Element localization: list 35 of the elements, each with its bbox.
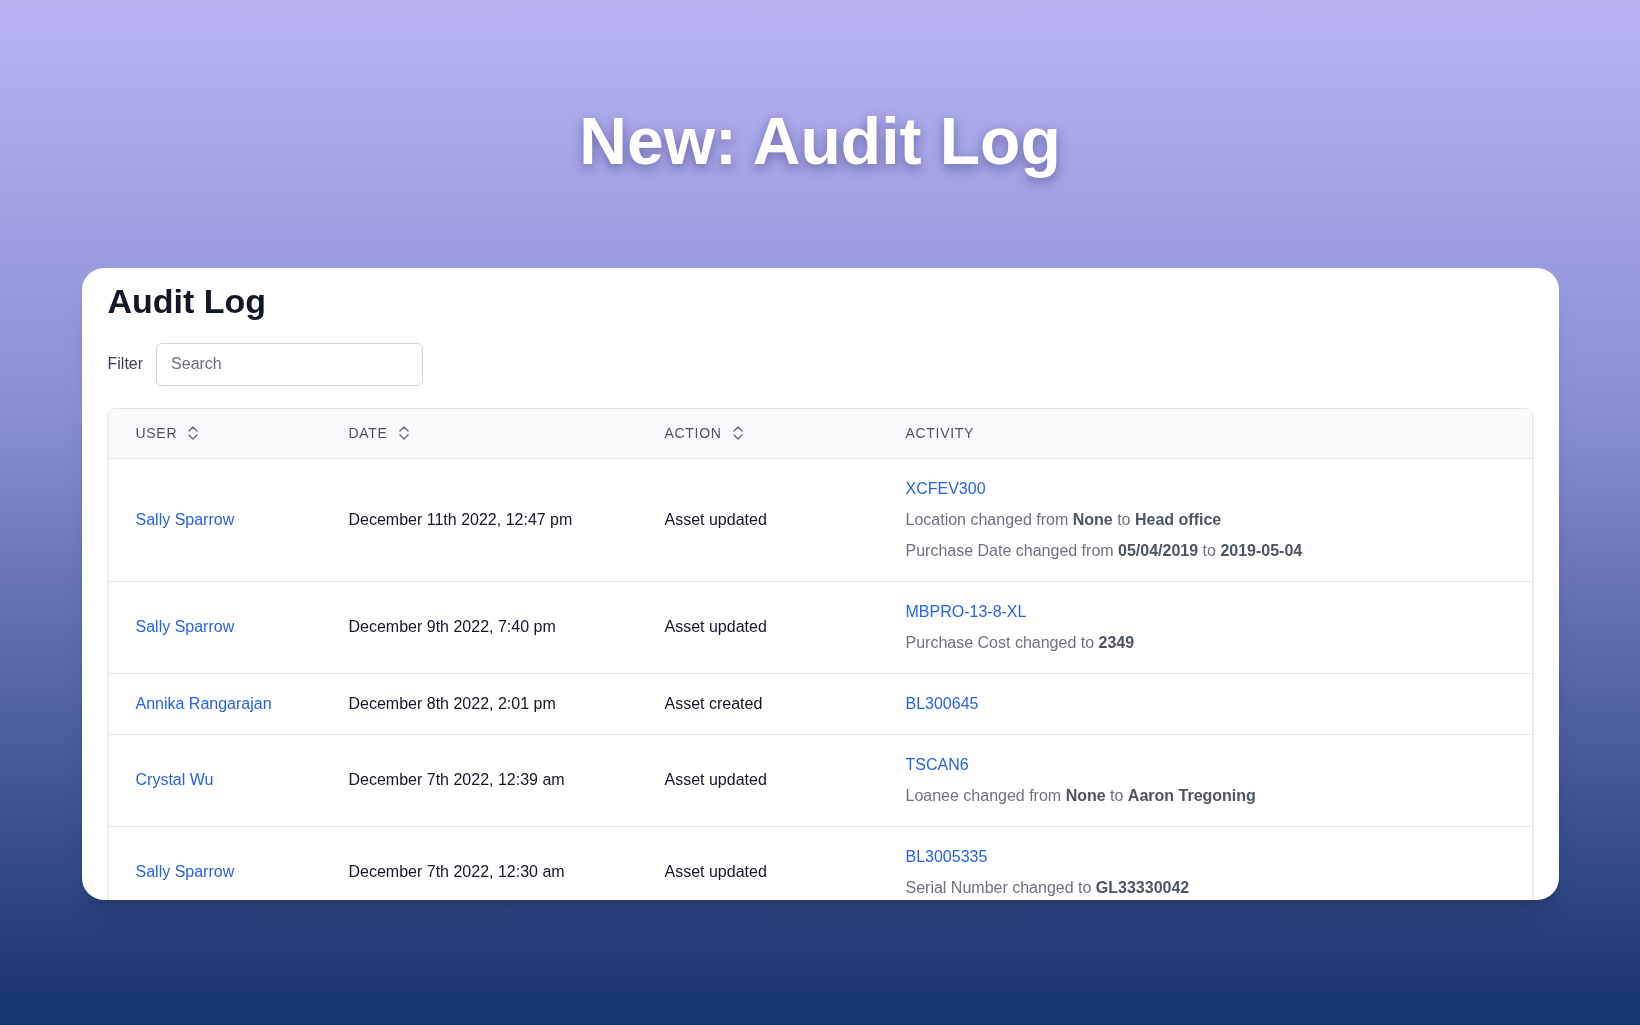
action-cell: Asset updated bbox=[664, 618, 767, 635]
action-cell: Asset created bbox=[664, 694, 763, 712]
user-link[interactable]: Sally Sparrow bbox=[135, 863, 235, 880]
user-link[interactable]: Annika Rangarajan bbox=[135, 694, 272, 712]
page-title: Audit Log bbox=[107, 281, 268, 322]
date-cell: December 7th 2022, 12:39 am bbox=[348, 771, 565, 788]
asset-link[interactable]: MBPRO-13-8-XL bbox=[905, 599, 1027, 624]
action-cell: Asset updated bbox=[664, 510, 767, 528]
sort-icon[interactable] bbox=[731, 425, 744, 441]
date-cell: December 7th 2022, 12:30 am bbox=[348, 863, 565, 880]
change-description: Purchase Cost changed to 2349 bbox=[905, 632, 1135, 653]
action-cell: Asset updated bbox=[664, 863, 767, 880]
change-description: Purchase Date changed from 05/04/2019 to 2019-05-04 bbox=[905, 540, 1303, 561]
search-field[interactable]: Search bbox=[156, 342, 424, 386]
sort-icon[interactable] bbox=[397, 425, 410, 441]
asset-link[interactable]: TSCAN6 bbox=[905, 752, 969, 777]
user-link[interactable]: Sally Sparrow bbox=[135, 510, 235, 528]
date-cell: December 8th 2022, 2:01 pm bbox=[348, 694, 556, 712]
asset-link[interactable]: BL3005335 bbox=[905, 844, 988, 869]
change-description: Location changed from None to Head office bbox=[905, 509, 1222, 530]
date-cell: December 11th 2022, 12:47 pm bbox=[348, 510, 573, 528]
column-header: ACTIVITY bbox=[905, 423, 975, 443]
asset-link[interactable]: XCFEV300 bbox=[905, 476, 986, 501]
user-link[interactable]: Crystal Wu bbox=[135, 771, 214, 788]
change-description: Loanee changed from None to Aaron Tregoning bbox=[905, 785, 1256, 806]
asset-link[interactable]: BL300645 bbox=[905, 691, 979, 716]
user-link[interactable]: Sally Sparrow bbox=[135, 618, 235, 635]
sort-icon[interactable] bbox=[187, 425, 200, 441]
action-cell: Asset updated bbox=[664, 771, 767, 788]
sort-header-button[interactable]: ACTION bbox=[664, 422, 744, 444]
filter-label: Filter bbox=[107, 354, 144, 374]
sort-header-button[interactable]: USER bbox=[135, 422, 200, 444]
change-description: Serial Number changed to GL33330042 bbox=[905, 877, 1190, 898]
sort-header-button[interactable]: DATE bbox=[348, 422, 410, 444]
date-cell: December 9th 2022, 7:40 pm bbox=[348, 618, 556, 635]
